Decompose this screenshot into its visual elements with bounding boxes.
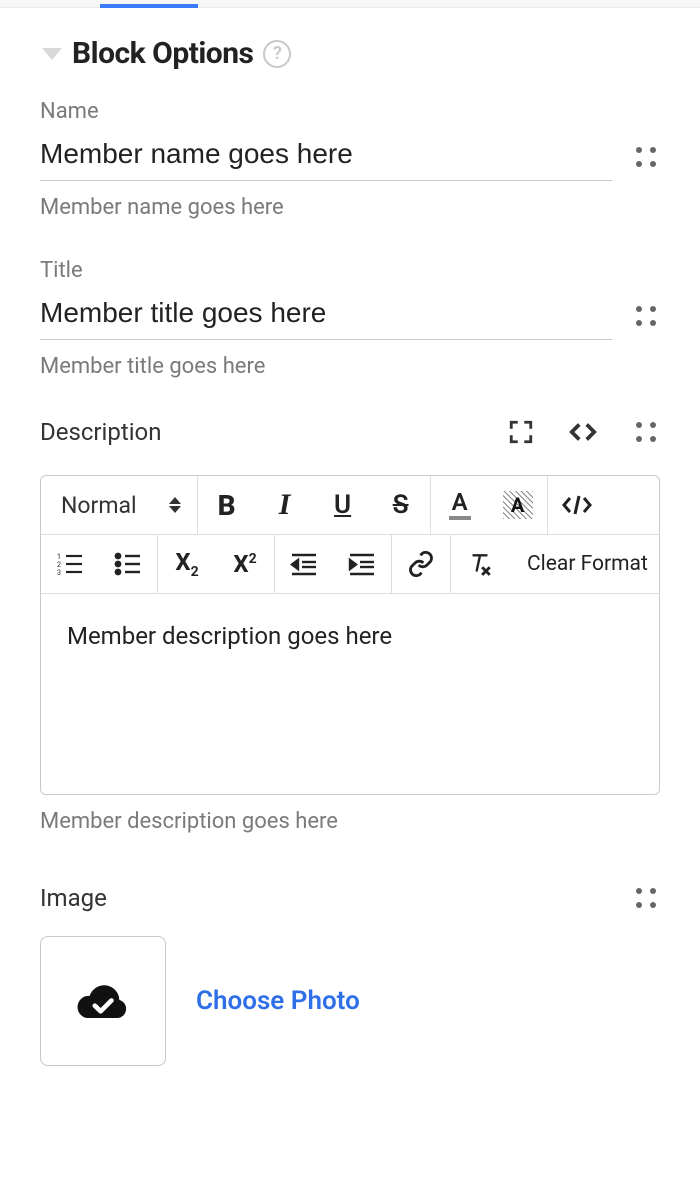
description-header: Description: [40, 417, 660, 447]
image-preview-box[interactable]: [40, 936, 166, 1066]
image-header: Image: [40, 884, 660, 912]
collapse-caret-icon[interactable]: [42, 48, 62, 60]
description-editor: Normal B I U S A A: [40, 475, 660, 795]
section-header: Block Options ?: [40, 36, 660, 71]
choose-photo-link[interactable]: Choose Photo: [196, 986, 360, 1016]
superscript-button[interactable]: X2: [216, 535, 274, 593]
svg-text:2: 2: [57, 561, 61, 569]
code-icon[interactable]: [568, 417, 598, 447]
description-label: Description: [40, 418, 474, 446]
subscript-button[interactable]: X2: [158, 535, 216, 593]
section-title: Block Options: [72, 36, 253, 71]
title-helper-text: Member title goes here: [40, 354, 660, 379]
outdent-button[interactable]: [275, 535, 333, 593]
svg-text:1: 1: [57, 553, 61, 561]
description-textarea[interactable]: Member description goes here: [41, 594, 659, 794]
expand-icon[interactable]: [508, 419, 534, 445]
image-label: Image: [40, 884, 612, 912]
name-field: Name Member name goes here: [40, 99, 660, 220]
drag-handle-icon[interactable]: [632, 302, 660, 330]
name-helper-text: Member name goes here: [40, 195, 660, 220]
strikethrough-button[interactable]: S: [372, 476, 430, 534]
code-block-button[interactable]: [548, 476, 606, 534]
help-icon[interactable]: ?: [263, 40, 291, 68]
unordered-list-button[interactable]: [99, 535, 157, 593]
name-input-row: [40, 132, 660, 181]
drag-handle-icon[interactable]: [632, 143, 660, 171]
select-arrows-icon: [169, 497, 181, 513]
highlight-button[interactable]: A: [489, 476, 547, 534]
svg-text:3: 3: [57, 569, 61, 576]
drag-handle-icon[interactable]: [632, 418, 660, 446]
text-color-button[interactable]: A: [431, 476, 489, 534]
underline-button[interactable]: U: [314, 476, 372, 534]
clear-format-button[interactable]: Clear Format: [509, 535, 660, 593]
drag-handle-icon[interactable]: [632, 884, 660, 912]
remove-format-icon-button[interactable]: [451, 535, 509, 593]
name-label: Name: [40, 99, 660, 124]
top-tab-bar: [0, 0, 700, 8]
bold-button[interactable]: B: [198, 476, 256, 534]
title-input-row: [40, 291, 660, 340]
link-button[interactable]: [392, 535, 450, 593]
title-field: Title Member title goes here: [40, 258, 660, 379]
image-row: Choose Photo: [40, 936, 660, 1066]
title-input[interactable]: [40, 291, 612, 340]
name-input[interactable]: [40, 132, 612, 181]
toolbar-row-1: Normal B I U S A A: [41, 476, 659, 535]
cloud-check-icon: [75, 980, 131, 1022]
format-select-value: Normal: [61, 492, 137, 519]
description-helper-text: Member description goes here: [40, 809, 660, 834]
block-options-panel: Block Options ? Name Member name goes he…: [0, 8, 700, 1126]
italic-button[interactable]: I: [256, 476, 314, 534]
title-label: Title: [40, 258, 660, 283]
active-tab-indicator: [100, 4, 198, 8]
indent-button[interactable]: [333, 535, 391, 593]
toolbar-row-2: 1 2 3 X2 X2: [41, 535, 659, 594]
ordered-list-button[interactable]: 1 2 3: [41, 535, 99, 593]
format-select[interactable]: Normal: [41, 476, 197, 534]
